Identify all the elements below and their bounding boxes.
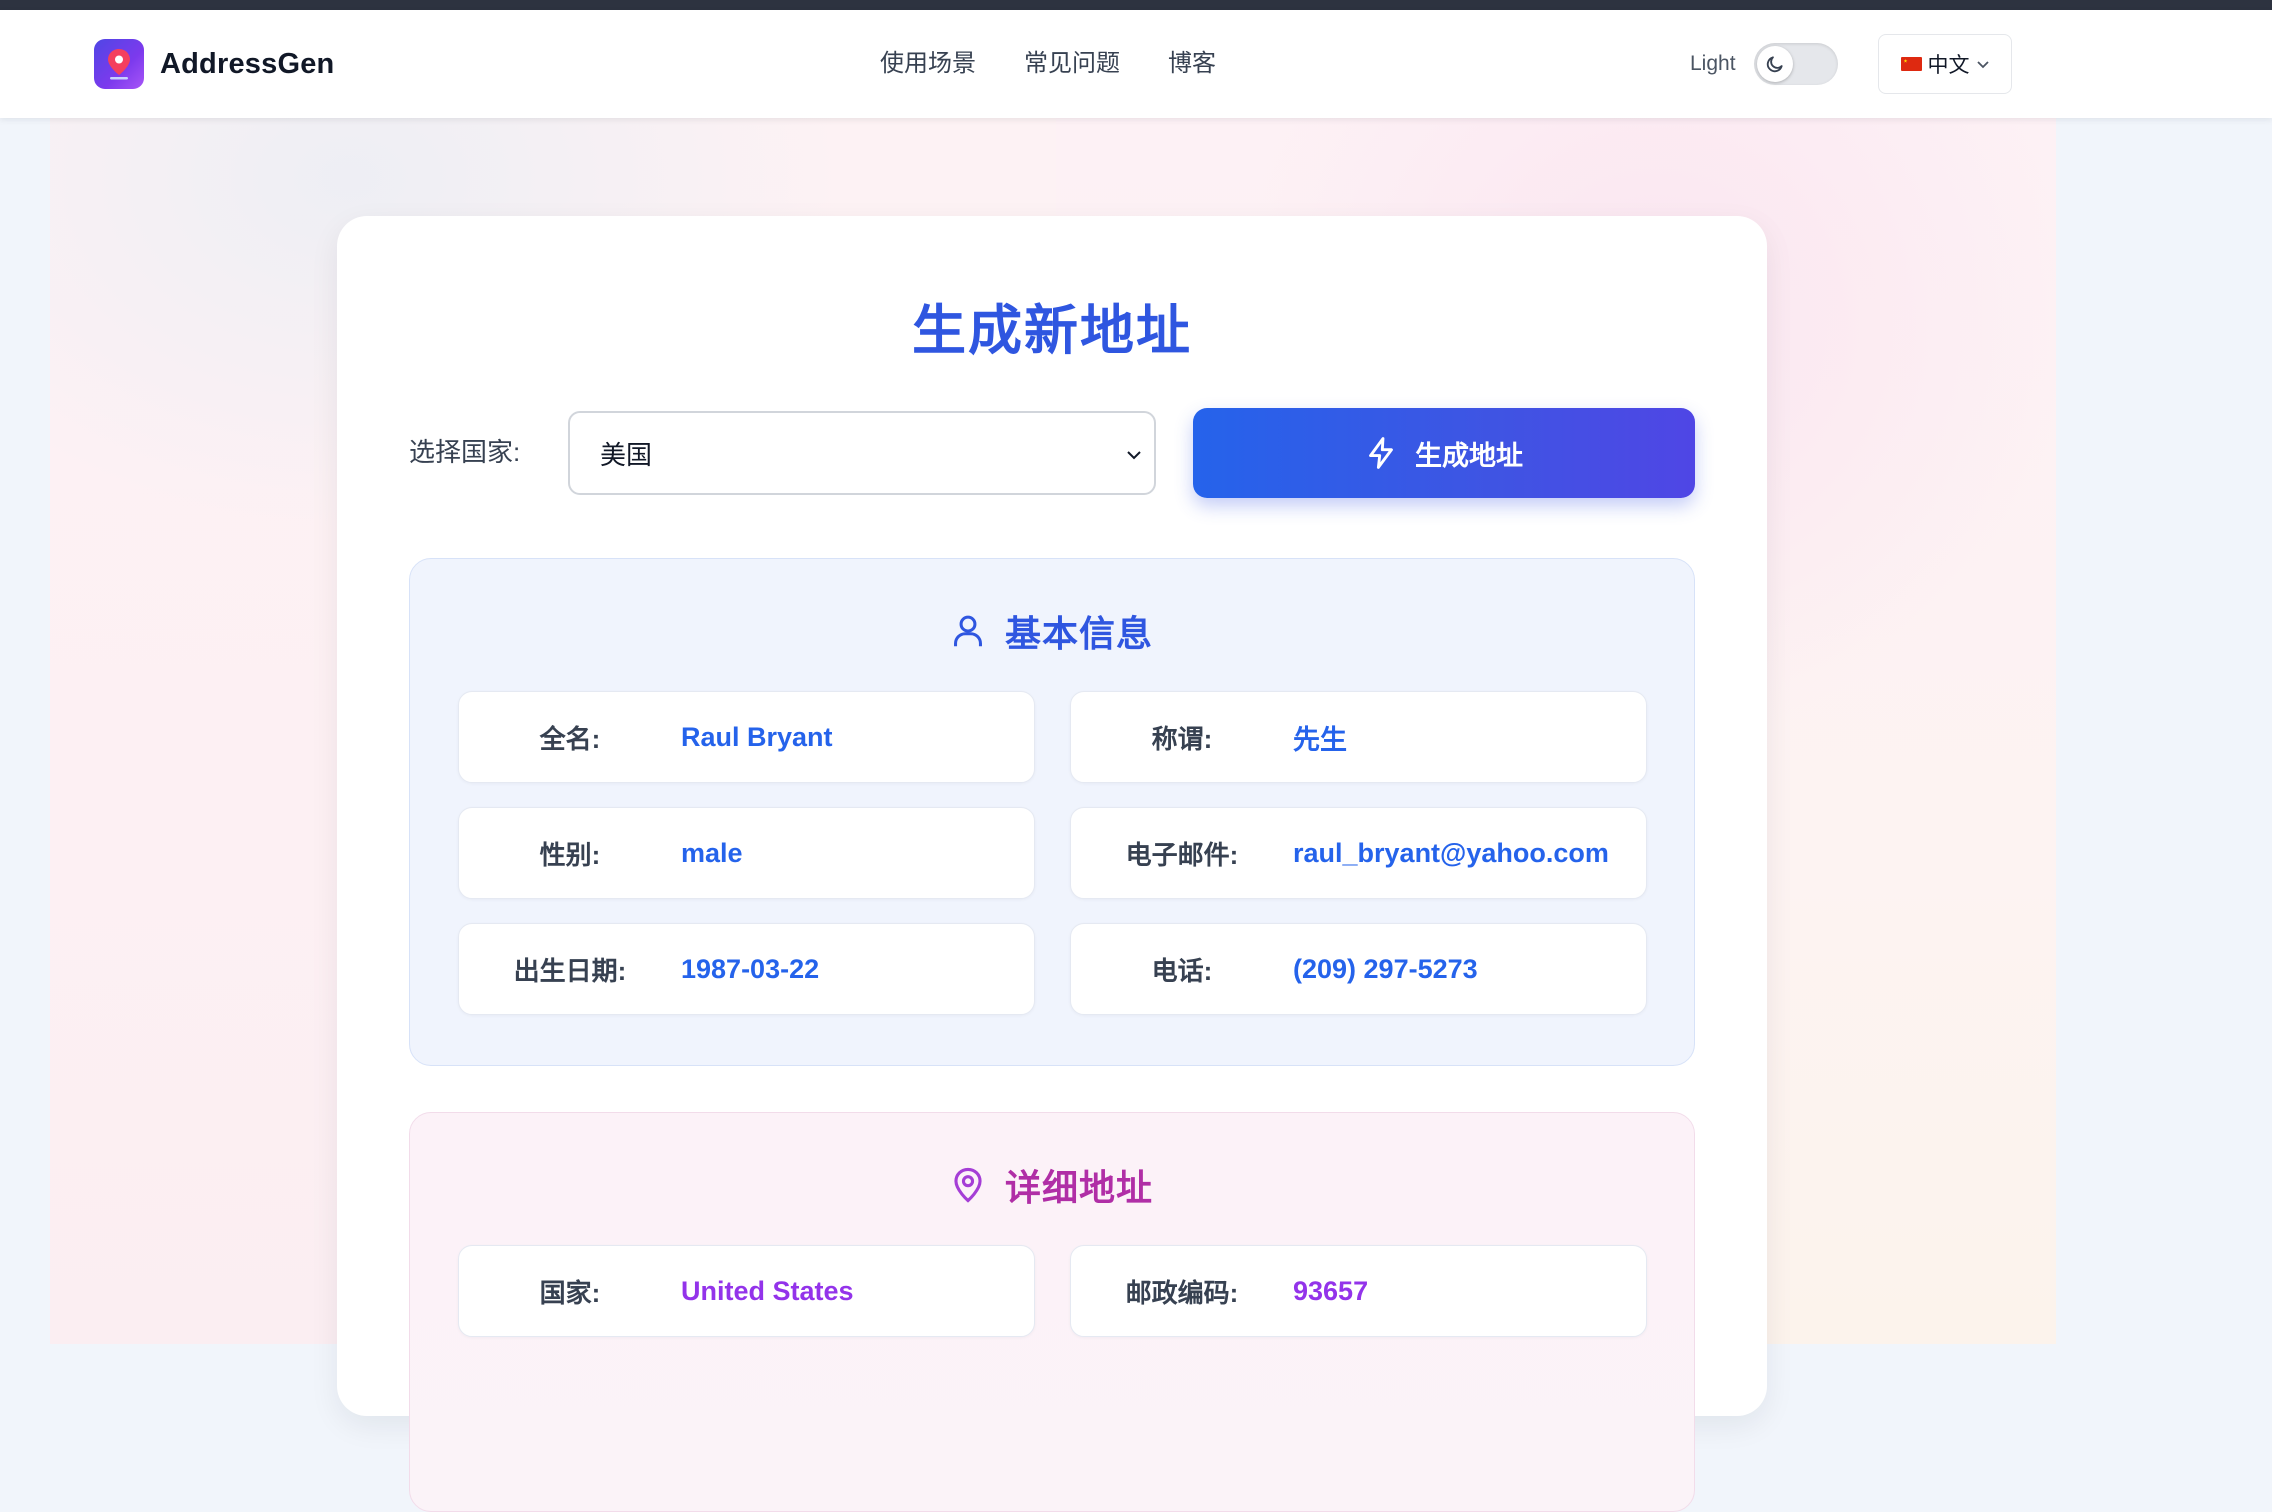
- field-value[interactable]: male: [681, 808, 743, 898]
- moon-icon: [1756, 46, 1793, 82]
- generate-address-button[interactable]: 生成地址: [1193, 408, 1695, 498]
- field-value[interactable]: United States: [681, 1246, 854, 1336]
- theme-switcher: Light: [1690, 43, 1838, 85]
- country-select-value: 美国: [600, 439, 653, 470]
- field-value[interactable]: 93657: [1293, 1246, 1368, 1336]
- field-label: 国家:: [539, 1277, 601, 1308]
- basic-info-title: 基本信息: [1004, 613, 1153, 654]
- field-title: 称谓: 先生: [1070, 691, 1647, 783]
- generator-card: 生成新地址 选择国家: 美国 生成地址 基本信息 全名: Raul Bryant…: [337, 216, 1767, 1512]
- nav-blog[interactable]: 博客: [1168, 47, 1216, 81]
- theme-label: Light: [1690, 52, 1736, 75]
- field-label: 性别:: [539, 839, 601, 870]
- field-label: 全名:: [539, 723, 601, 754]
- user-icon: [953, 615, 982, 647]
- chevron-down-icon: [1976, 61, 1989, 69]
- site-header: AddressGen 使用场景 常见问题 博客 Light 中文: [0, 10, 2272, 118]
- map-pin-icon: [94, 39, 144, 89]
- address-section: 详细地址 国家: United States 邮政编码: 93657: [409, 1112, 1695, 1512]
- logo-text: AddressGen: [160, 47, 335, 80]
- basic-info-header: 基本信息: [410, 605, 1694, 657]
- basic-info-section: 基本信息 全名: Raul Bryant 称谓: 先生 性别: male 电子邮…: [409, 558, 1695, 1066]
- field-phone: 电话: (209) 297-5273: [1070, 923, 1647, 1015]
- field-label: 出生日期:: [513, 955, 627, 986]
- field-label: 称谓:: [1151, 723, 1213, 754]
- theme-toggle[interactable]: [1753, 43, 1838, 85]
- generate-button-label: 生成地址: [1415, 440, 1523, 471]
- field-value[interactable]: 1987-03-22: [681, 924, 819, 1014]
- field-full-name: 全名: Raul Bryant: [458, 691, 1035, 783]
- nav-use-cases[interactable]: 使用场景: [880, 47, 976, 81]
- field-label: 邮政编码:: [1125, 1277, 1239, 1308]
- address-header: 详细地址: [410, 1159, 1694, 1211]
- china-flag-icon: [1900, 57, 1922, 71]
- language-label: 中文: [1927, 54, 1970, 77]
- address-title: 详细地址: [1004, 1167, 1153, 1208]
- field-value[interactable]: Raul Bryant: [681, 692, 833, 782]
- logo[interactable]: AddressGen: [94, 39, 334, 89]
- field-value[interactable]: (209) 297-5273: [1293, 924, 1478, 1014]
- nav-faq[interactable]: 常见问题: [1024, 47, 1120, 81]
- field-birth-date: 出生日期: 1987-03-22: [458, 923, 1035, 1015]
- field-gender: 性别: male: [458, 807, 1035, 899]
- field-label: 电子邮件:: [1125, 839, 1239, 870]
- field-email: 电子邮件: raul_bryant@yahoo.com: [1070, 807, 1647, 899]
- country-select-label: 选择国家:: [409, 437, 521, 467]
- field-value[interactable]: raul_bryant@yahoo.com: [1293, 808, 1609, 898]
- page-title: 生成新地址: [912, 301, 1192, 361]
- field-postal-code: 邮政编码: 93657: [1070, 1245, 1647, 1337]
- field-value[interactable]: 先生: [1293, 692, 1347, 782]
- country-select[interactable]: 美国: [568, 411, 1156, 495]
- main-nav: 使用场景 常见问题 博客: [880, 47, 1216, 81]
- field-label: 电话:: [1151, 955, 1213, 986]
- chevron-down-icon: [1127, 451, 1141, 460]
- language-selector[interactable]: 中文: [1878, 34, 2012, 94]
- lightning-icon: [1369, 437, 1393, 469]
- field-country: 国家: United States: [458, 1245, 1035, 1337]
- window-top-strip: [0, 0, 2272, 10]
- map-pin-icon: [954, 1167, 982, 1203]
